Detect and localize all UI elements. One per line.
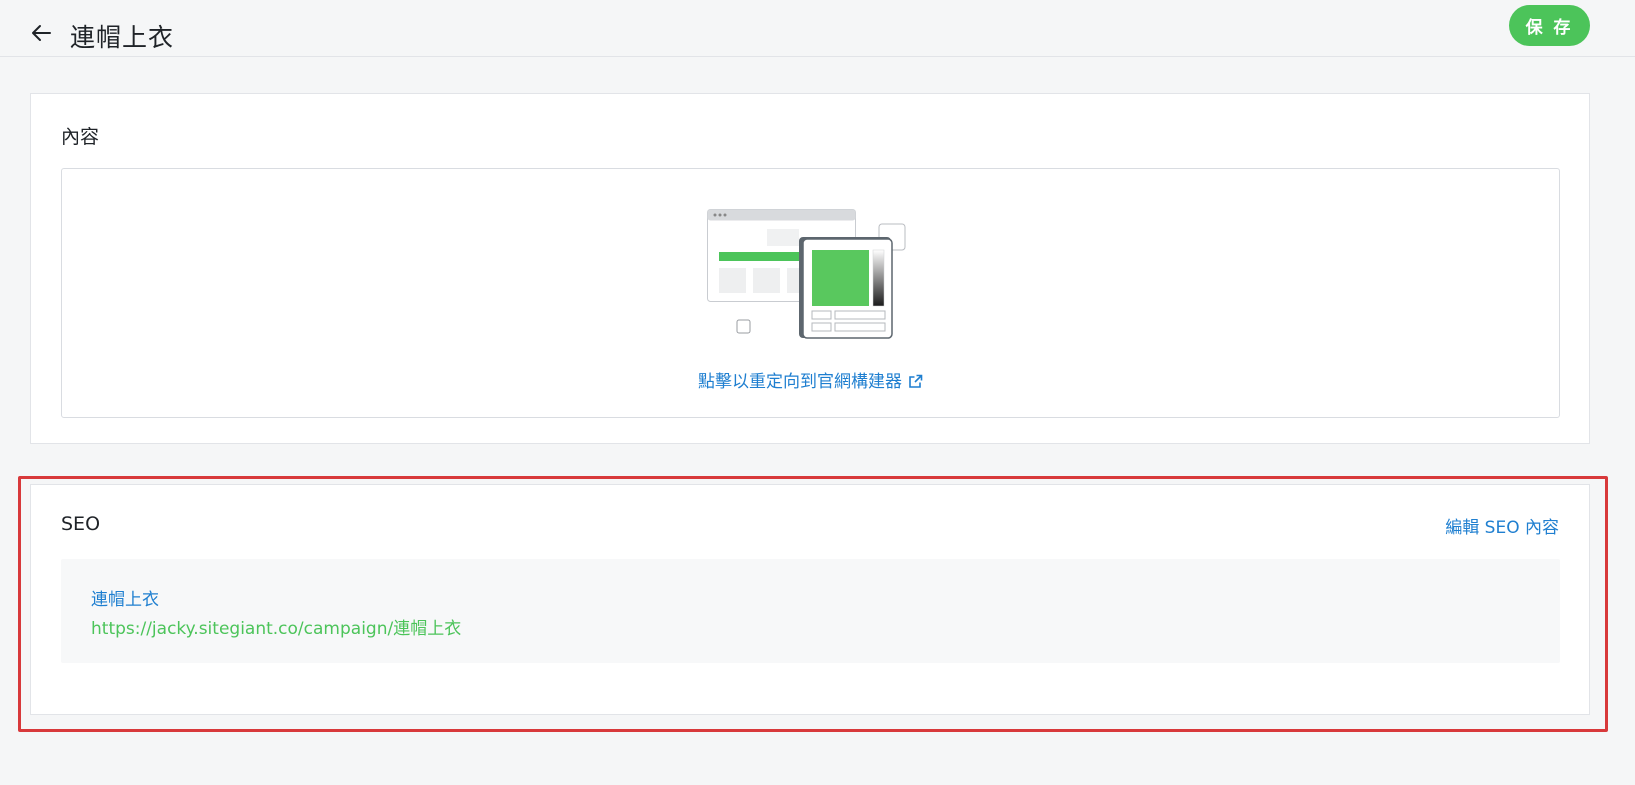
builder-link-label: 點擊以重定向到官網構建器 (698, 372, 902, 392)
top-bar: 連帽上衣 保 存 (0, 0, 1635, 57)
builder-box: 點擊以重定向到官網構建器 (61, 168, 1560, 418)
arrow-left-icon (32, 25, 51, 41)
content-card: 內容 點擊以重定向到官網構建器 (30, 93, 1590, 444)
back-button[interactable] (30, 22, 54, 44)
content-section-title: 內容 (61, 126, 100, 148)
save-button[interactable]: 保 存 (1509, 5, 1590, 46)
highlight-frame (18, 476, 1608, 732)
builder-redirect-link[interactable]: 點擊以重定向到官網構建器 (62, 367, 1559, 394)
page-title: 連帽上衣 (70, 23, 175, 52)
external-link-icon (908, 374, 923, 394)
site-builder-illustration (707, 209, 906, 339)
